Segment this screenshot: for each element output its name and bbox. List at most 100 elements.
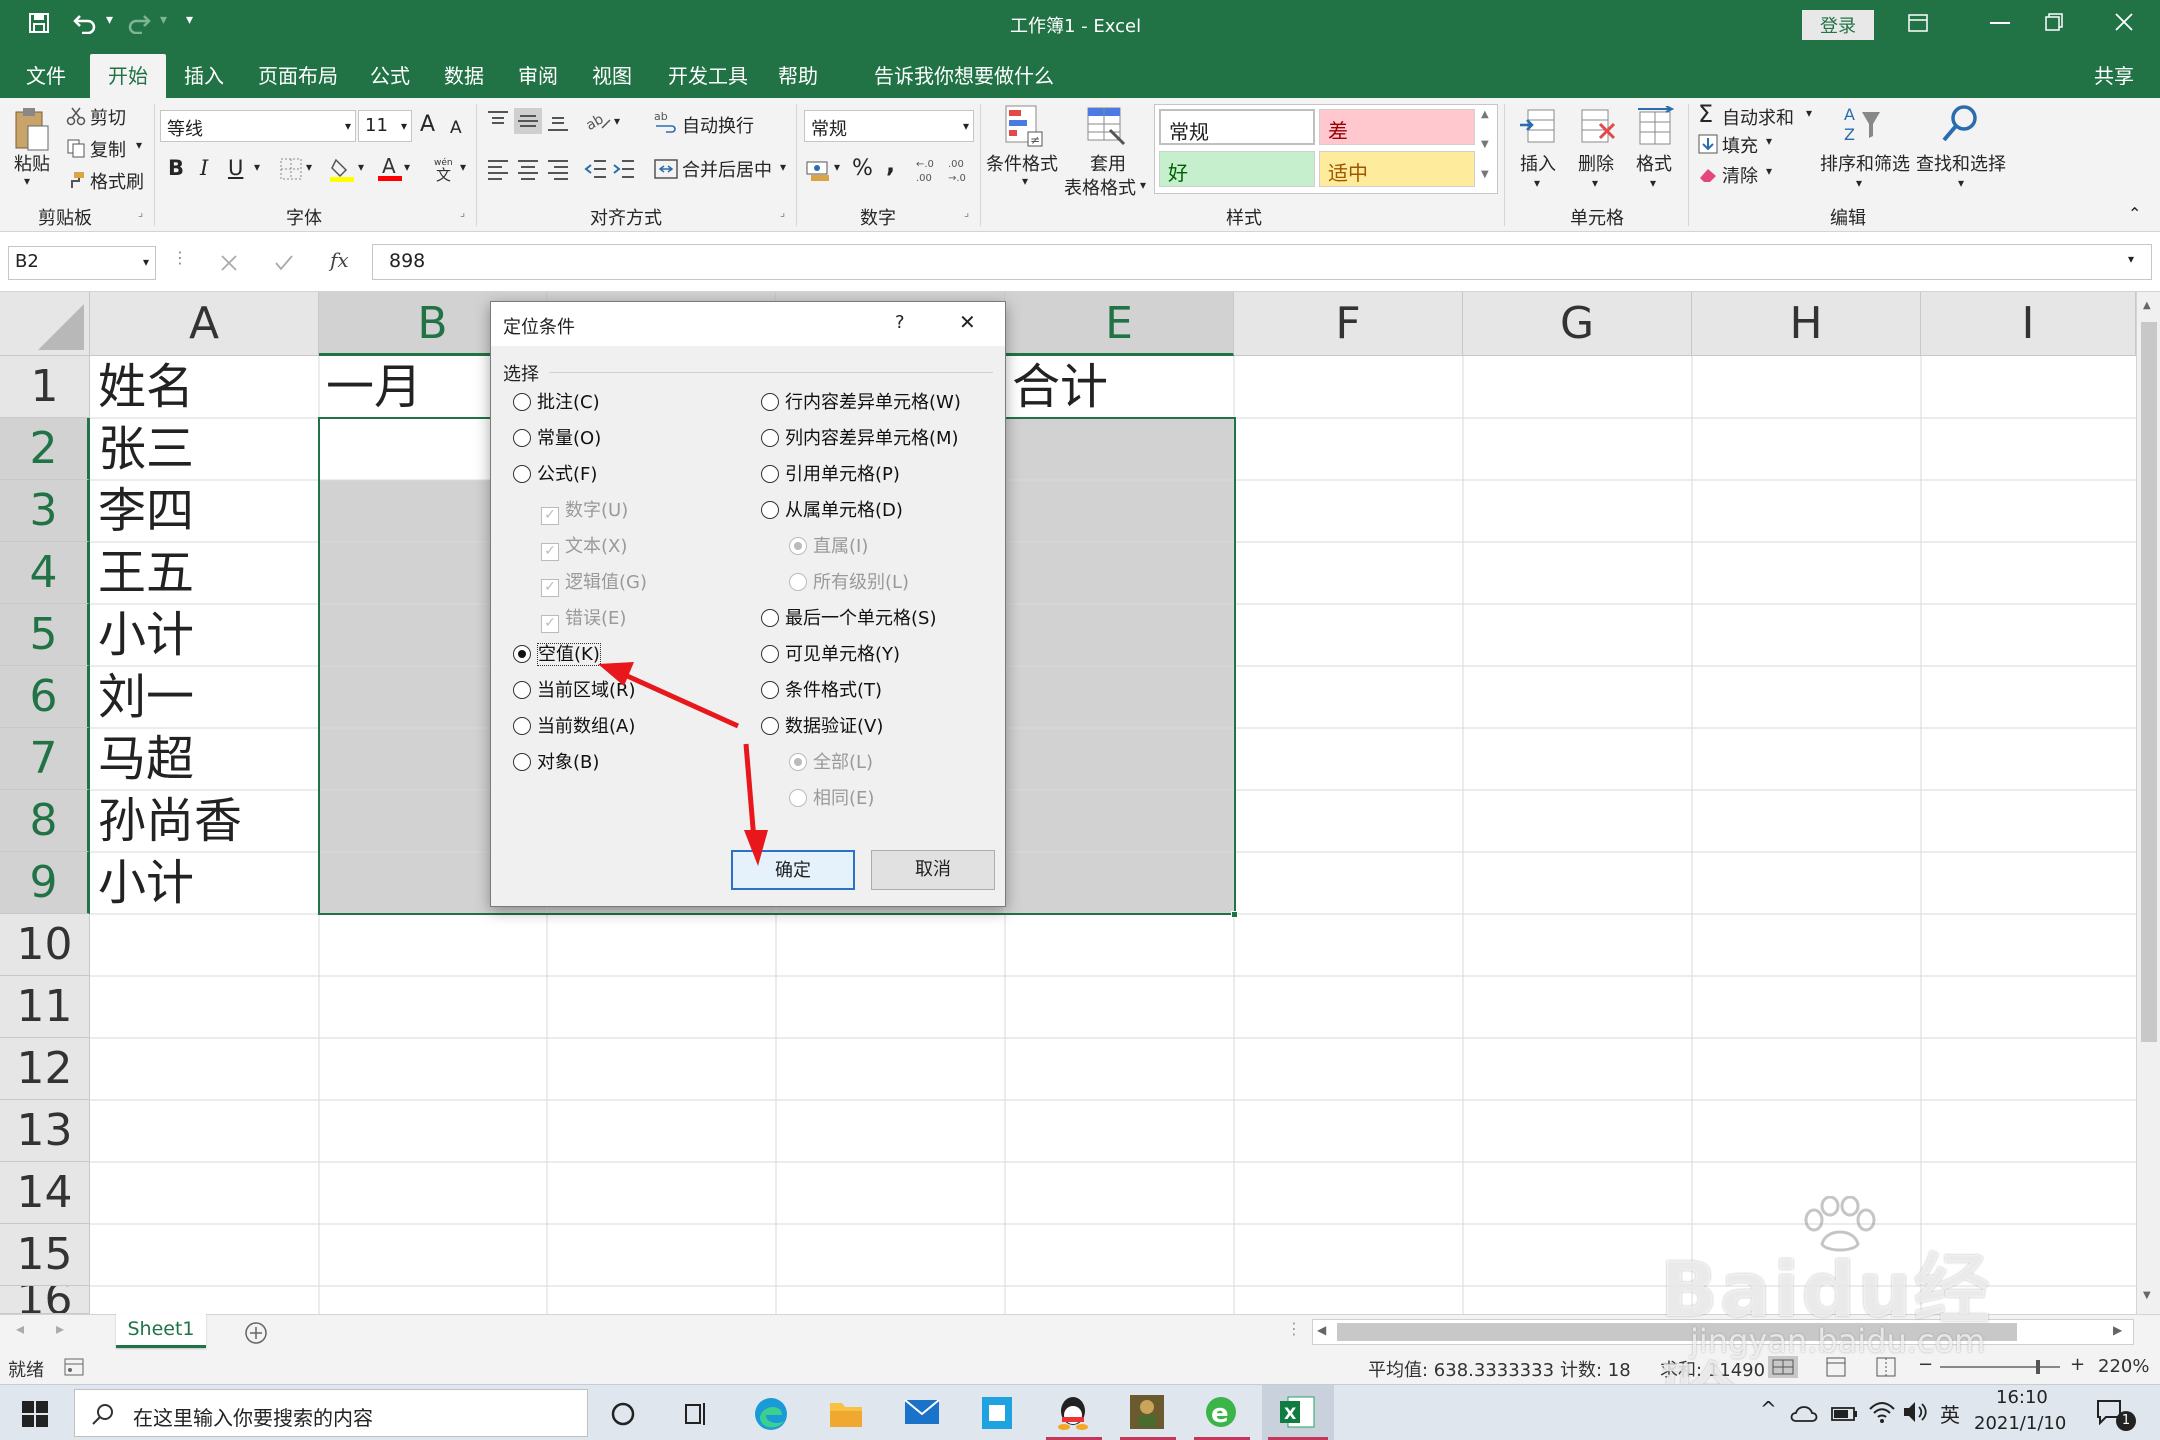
customize-qat-icon[interactable]: ▾ — [186, 12, 193, 28]
taskbar-search-box[interactable]: 在这里输入你要搜索的内容 — [74, 1389, 588, 1437]
clear-dropdown-icon[interactable]: ▾ — [1766, 164, 1772, 178]
task-view-icon[interactable] — [682, 1401, 710, 1427]
align-center-icon[interactable] — [516, 158, 540, 180]
paste-icon[interactable] — [12, 106, 52, 154]
font-color-dropdown-icon[interactable]: ▾ — [404, 160, 410, 174]
row-header[interactable]: 10 — [0, 914, 90, 976]
style-bad[interactable]: 差 — [1319, 109, 1475, 145]
login-button[interactable]: 登录 — [1802, 10, 1874, 40]
clock-date[interactable]: 2021/1/10 — [1974, 1413, 2066, 1434]
find-dropdown-icon[interactable]: ▾ — [1958, 176, 1964, 190]
name-box-dropdown-icon[interactable]: ▾ — [143, 255, 149, 269]
increase-font-button[interactable]: A — [420, 112, 435, 137]
tab-page-layout[interactable]: 页面布局 — [258, 60, 338, 89]
phonetic-dropdown-icon[interactable]: ▾ — [460, 160, 466, 174]
font-name-box[interactable]: 等线 ▾ — [160, 110, 356, 142]
row-header[interactable]: 11 — [0, 976, 90, 1038]
format-as-table-line2[interactable]: 表格格式 — [1064, 174, 1136, 200]
fill-color-dropdown-icon[interactable]: ▾ — [358, 160, 364, 174]
redo-icon[interactable] — [126, 12, 152, 34]
comma-button[interactable]: , — [886, 150, 895, 178]
excel-app-icon[interactable]: X — [1278, 1393, 1316, 1431]
bold-button[interactable]: B — [168, 156, 184, 180]
font-size-box[interactable]: 11 ▾ — [358, 110, 412, 142]
cell-a1[interactable]: 姓名 — [98, 356, 194, 418]
cell-a9[interactable]: 小计 — [98, 852, 194, 914]
accounting-dropdown-icon[interactable]: ▾ — [834, 160, 840, 174]
format-cells-button[interactable]: 格式 — [1636, 150, 1672, 176]
cell-b1[interactable]: 一月 — [326, 356, 422, 418]
decrease-indent-icon[interactable] — [584, 158, 608, 180]
cell-a4[interactable]: 王五 — [98, 542, 194, 604]
restore-icon[interactable] — [2044, 12, 2064, 32]
wrap-text-button[interactable]: 自动换行 — [682, 112, 754, 138]
percent-button[interactable]: % — [852, 156, 873, 181]
expand-formula-icon[interactable]: ▾ — [2128, 252, 2134, 266]
font-name-dropdown-icon[interactable]: ▾ — [345, 119, 351, 133]
onedrive-icon[interactable] — [1790, 1403, 1818, 1423]
tab-formulas[interactable]: 公式 — [370, 60, 410, 89]
add-sheet-icon[interactable] — [244, 1321, 268, 1345]
fill-color-icon[interactable] — [330, 156, 354, 182]
sheet-nav-prev-icon[interactable]: ◂ — [16, 1319, 24, 1338]
conditional-dropdown-icon[interactable]: ▾ — [1022, 174, 1028, 188]
collapse-ribbon-icon[interactable]: ⌃ — [2128, 204, 2141, 223]
row-header[interactable]: 16 — [0, 1286, 90, 1314]
cell-a6[interactable]: 刘一 — [98, 666, 194, 728]
vertical-scrollbar[interactable]: ▲ ▼ — [2136, 292, 2160, 1314]
row-header[interactable]: 5 — [0, 604, 90, 666]
font-launcher-icon[interactable]: ⌟ — [460, 206, 465, 219]
column-header[interactable]: E — [1005, 292, 1234, 356]
column-header[interactable]: G — [1463, 292, 1692, 356]
row-header[interactable]: 8 — [0, 790, 90, 852]
row-header[interactable]: 13 — [0, 1100, 90, 1162]
paste-dropdown-icon[interactable]: ▾ — [24, 174, 30, 188]
cell-a2[interactable]: 张三 — [98, 418, 194, 480]
align-middle-icon[interactable] — [514, 108, 542, 134]
decrease-decimal-icon[interactable]: .00→.0 — [946, 156, 974, 184]
name-box[interactable]: B2 ▾ — [8, 246, 156, 280]
tab-developer[interactable]: 开发工具 — [668, 60, 748, 89]
scroll-left-icon[interactable]: ◀ — [1317, 1323, 1326, 1337]
delete-dropdown-icon[interactable]: ▾ — [1592, 176, 1598, 190]
ime-indicator[interactable]: 英 — [1940, 1399, 1960, 1428]
cancel-button[interactable]: 取消 — [871, 850, 995, 890]
accounting-format-icon[interactable] — [806, 158, 832, 182]
delete-cells-button[interactable]: 删除 — [1578, 150, 1614, 176]
autosum-dropdown-icon[interactable]: ▾ — [1806, 106, 1812, 120]
fill-dropdown-icon[interactable]: ▾ — [1766, 134, 1772, 148]
qq-app-icon[interactable] — [1054, 1393, 1092, 1431]
option-radio[interactable]: 公式(F) — [513, 460, 597, 486]
cell-e1[interactable]: 合计 — [1012, 356, 1108, 418]
align-right-icon[interactable] — [546, 158, 570, 180]
row-header[interactable]: 15 — [0, 1224, 90, 1286]
volume-icon[interactable] — [1902, 1399, 1928, 1425]
orientation-icon[interactable]: ab — [586, 110, 612, 132]
option-radio[interactable]: 空值(K) — [513, 640, 601, 666]
row-header[interactable]: 1 — [0, 356, 90, 418]
enter-entry-icon[interactable] — [274, 254, 294, 272]
format-dropdown-icon[interactable]: ▾ — [1650, 176, 1656, 190]
zoom-level[interactable]: 220% — [2098, 1356, 2149, 1377]
row-header[interactable]: 14 — [0, 1162, 90, 1224]
dialog-close-button[interactable]: ✕ — [959, 310, 976, 334]
gallery-up-icon[interactable]: ▲ — [1481, 109, 1489, 120]
sort-filter-button[interactable]: 排序和筛选 — [1820, 150, 1910, 176]
formula-input[interactable]: 898 — [372, 244, 2152, 280]
fill-handle[interactable] — [1231, 911, 1238, 918]
row-header[interactable]: 6 — [0, 666, 90, 728]
style-normal[interactable]: 常规 — [1159, 109, 1315, 145]
minimize-icon[interactable] — [1990, 22, 2010, 26]
paste-button[interactable]: 粘贴 — [14, 150, 50, 176]
insert-function-icon[interactable]: fx — [330, 248, 349, 272]
format-as-table-line1[interactable]: 套用 — [1090, 150, 1126, 176]
option-radio[interactable]: 常量(O) — [513, 424, 601, 450]
ribbon-display-icon[interactable] — [1908, 14, 1928, 32]
cortana-icon[interactable] — [610, 1401, 636, 1427]
gallery-more-icon[interactable]: ▼ — [1481, 169, 1489, 180]
format-table-dropdown-icon[interactable]: ▾ — [1140, 178, 1146, 192]
tab-data[interactable]: 数据 — [444, 60, 484, 89]
italic-button[interactable]: I — [200, 156, 208, 180]
number-launcher-icon[interactable]: ⌟ — [964, 206, 969, 219]
clock-time[interactable]: 16:10 — [1996, 1387, 2048, 1408]
